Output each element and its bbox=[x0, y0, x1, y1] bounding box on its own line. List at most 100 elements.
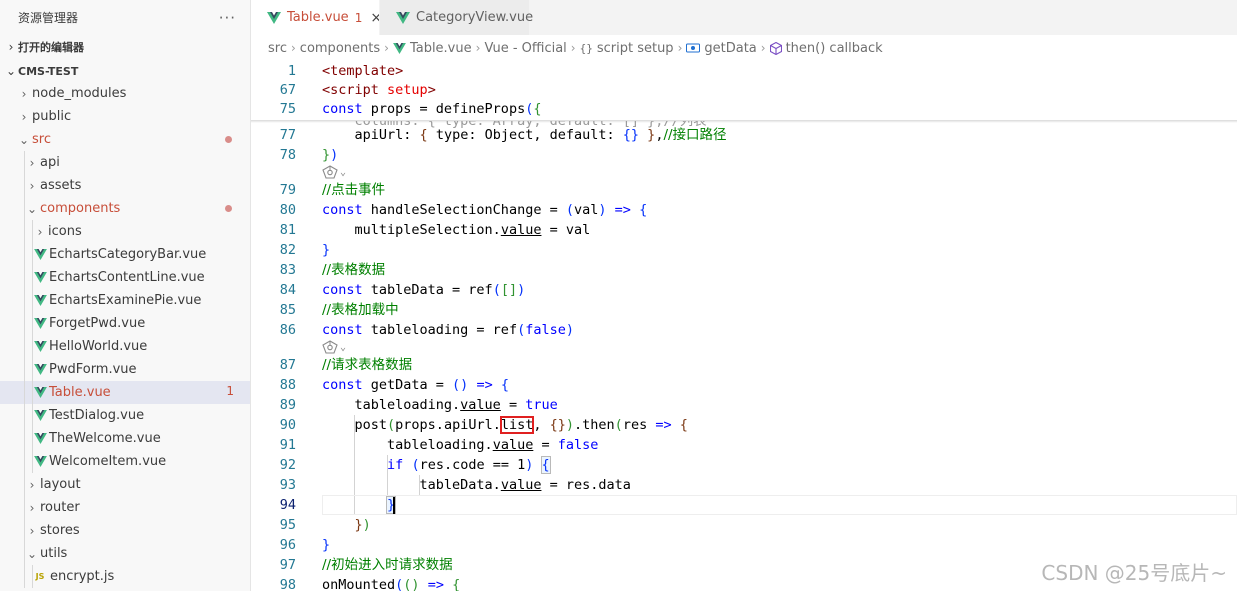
vue-file-icon bbox=[32, 432, 48, 446]
problem-badge: 1 bbox=[354, 10, 363, 25]
breadcrumb-file[interactable]: Table.vue bbox=[393, 41, 472, 56]
file-welcomeitem-vue[interactable]: WelcomeItem.vue bbox=[0, 450, 250, 473]
code-line[interactable]: 89 tableloading.value = true bbox=[251, 395, 1237, 415]
chevron-right-icon: › bbox=[29, 523, 35, 538]
code-action-icon[interactable]: ⌄ bbox=[322, 164, 346, 180]
tree-item-label: TestDialog.vue bbox=[49, 408, 145, 423]
code-text: } bbox=[322, 537, 331, 553]
line-number: 95 bbox=[279, 517, 296, 533]
code-line[interactable]: 83 //表格数据 bbox=[251, 260, 1237, 280]
open-editors-section[interactable]: › 打开的编辑器 bbox=[0, 36, 250, 58]
tab-categoryview-vue[interactable]: CategoryView.vue bbox=[379, 0, 533, 35]
line-number: 91 bbox=[279, 437, 296, 453]
folder-api[interactable]: › api bbox=[0, 151, 250, 174]
chevron-right-icon: › bbox=[29, 477, 35, 492]
breadcrumb-components[interactable]: components bbox=[300, 41, 380, 56]
indent-guide bbox=[32, 312, 33, 335]
breadcrumb-script-label: script setup bbox=[596, 40, 674, 56]
file-echartsexaminepie-vue[interactable]: EchartsExaminePie.vue bbox=[0, 289, 250, 312]
tab-bar: Table.vue 1 × CategoryView.vue bbox=[251, 0, 1237, 35]
file-forgetpwd-vue[interactable]: ForgetPwd.vue bbox=[0, 312, 250, 335]
folder-layout[interactable]: › layout bbox=[0, 473, 250, 496]
tree-item-label: layout bbox=[40, 477, 81, 492]
code-line[interactable]: 96} bbox=[251, 535, 1237, 555]
file-echartscategorybar-vue[interactable]: EchartsCategoryBar.vue bbox=[0, 243, 250, 266]
code-line[interactable]: 78}) bbox=[251, 145, 1237, 165]
folder-components[interactable]: ⌄ components bbox=[0, 197, 250, 220]
breadcrumb-separator-icon: › bbox=[475, 41, 481, 55]
folder-stores[interactable]: › stores bbox=[0, 519, 250, 542]
breadcrumb: src › components › Table.vue › Vue - Off… bbox=[251, 35, 1237, 61]
text-cursor bbox=[393, 497, 395, 514]
project-section[interactable]: ⌄ CMS-TEST bbox=[0, 60, 250, 82]
code-line[interactable]: 81 multipleSelection.value = val bbox=[251, 220, 1237, 240]
breadcrumb-callback[interactable]: then() callback bbox=[769, 41, 883, 56]
code-text: tableData.value = res.data bbox=[322, 477, 631, 493]
breadcrumb-language[interactable]: Vue - Official bbox=[484, 41, 566, 56]
explorer-sidebar: 资源管理器 ··· › 打开的编辑器 ⌄ CMS-TEST › node_modu… bbox=[0, 0, 251, 591]
folder-icons[interactable]: › icons bbox=[0, 220, 250, 243]
chevron-right-icon: › bbox=[21, 109, 27, 124]
code-line[interactable]: 90 post(props.apiUrl.list, {}).then(res … bbox=[251, 415, 1237, 435]
braces-icon: {} bbox=[579, 41, 593, 55]
indent-guide bbox=[32, 289, 33, 312]
code-line[interactable]: 92 if (res.code == 1) { bbox=[251, 455, 1237, 475]
file-testdialog-vue[interactable]: TestDialog.vue bbox=[0, 404, 250, 427]
indent-guide bbox=[24, 404, 25, 427]
file-pwdform-vue[interactable]: PwdForm.vue bbox=[0, 358, 250, 381]
folder-router[interactable]: › router bbox=[0, 496, 250, 519]
folder-assets[interactable]: › assets bbox=[0, 174, 250, 197]
file-table-vue[interactable]: Table.vue 1 bbox=[0, 381, 250, 404]
tree-item-label: TheWelcome.vue bbox=[49, 431, 161, 446]
file-encrypt-js[interactable]: JS encrypt.js bbox=[0, 565, 250, 588]
chevron-down-icon: ⌄ bbox=[5, 64, 17, 78]
code-line[interactable]: 79 //点击事件 bbox=[251, 180, 1237, 200]
file-echartscontentline-vue[interactable]: EchartsContentLine.vue bbox=[0, 266, 250, 289]
file-thewelcome-vue[interactable]: TheWelcome.vue bbox=[0, 427, 250, 450]
line-number: 93 bbox=[279, 477, 296, 493]
code-line[interactable]: 1 <template> bbox=[251, 61, 1237, 81]
folder-node-modules[interactable]: › node_modules bbox=[0, 82, 250, 105]
folder-src[interactable]: ⌄ src bbox=[0, 128, 250, 151]
code-line[interactable]: 82} bbox=[251, 240, 1237, 260]
code-action-icon[interactable]: ⌄ bbox=[322, 339, 346, 355]
folder-public[interactable]: › public bbox=[0, 105, 250, 128]
code-line[interactable]: 95 }) bbox=[251, 515, 1237, 535]
code-line[interactable]: 84 const tableData = ref([]) bbox=[251, 280, 1237, 300]
line-number: 81 bbox=[279, 222, 296, 238]
tree-item-label: assets bbox=[40, 178, 82, 193]
breadcrumb-src[interactable]: src bbox=[268, 41, 287, 56]
code-text: } bbox=[322, 242, 331, 258]
indent-guide bbox=[32, 404, 33, 427]
line-number: 67 bbox=[279, 82, 296, 98]
code-line[interactable]: 80 const handleSelectionChange = (val) =>… bbox=[251, 200, 1237, 220]
code-text: //请求表格数据 bbox=[322, 357, 413, 373]
code-line[interactable]: 67 <script setup> bbox=[251, 80, 1237, 100]
indent-guide bbox=[32, 243, 33, 266]
breadcrumb-separator-icon: › bbox=[570, 41, 576, 55]
tree-item-label: router bbox=[40, 500, 80, 515]
tree-item-label: utils bbox=[40, 546, 68, 561]
code-line[interactable]: 75 const props = defineProps({ bbox=[251, 99, 1237, 119]
tree-item-label: WelcomeItem.vue bbox=[49, 454, 167, 469]
breadcrumb-script-setup[interactable]: {} script setup bbox=[580, 41, 674, 56]
indent-guide bbox=[32, 220, 33, 243]
code-line[interactable]: 87 //请求表格数据 bbox=[251, 355, 1237, 375]
tab-table-vue[interactable]: Table.vue 1 × bbox=[251, 0, 382, 35]
code-line[interactable]: 91 tableloading.value = false bbox=[251, 435, 1237, 455]
more-actions-icon[interactable]: ··· bbox=[219, 9, 236, 27]
tree-item-label: stores bbox=[40, 523, 80, 538]
file-helloworld-vue[interactable]: HelloWorld.vue bbox=[0, 335, 250, 358]
code-line[interactable]: 88 const getData = () => { bbox=[251, 375, 1237, 395]
folder-utils[interactable]: ⌄ utils bbox=[0, 542, 250, 565]
line-number: 98 bbox=[279, 577, 296, 591]
indent-guide bbox=[24, 335, 25, 358]
code-line[interactable]: 93 tableData.value = res.data bbox=[251, 475, 1237, 495]
breadcrumb-getdata[interactable]: getData bbox=[686, 41, 757, 56]
code-line[interactable]: 85 //表格加载中 bbox=[251, 300, 1237, 320]
current-line-highlight bbox=[322, 495, 1237, 515]
vue-file-icon bbox=[267, 11, 281, 24]
code-line[interactable]: 86 const tableloading = ref(false) bbox=[251, 320, 1237, 340]
code-editor[interactable]: 1 <template> 67 <script setup> 75 const props… bbox=[251, 61, 1237, 591]
vue-file-icon bbox=[393, 42, 406, 54]
